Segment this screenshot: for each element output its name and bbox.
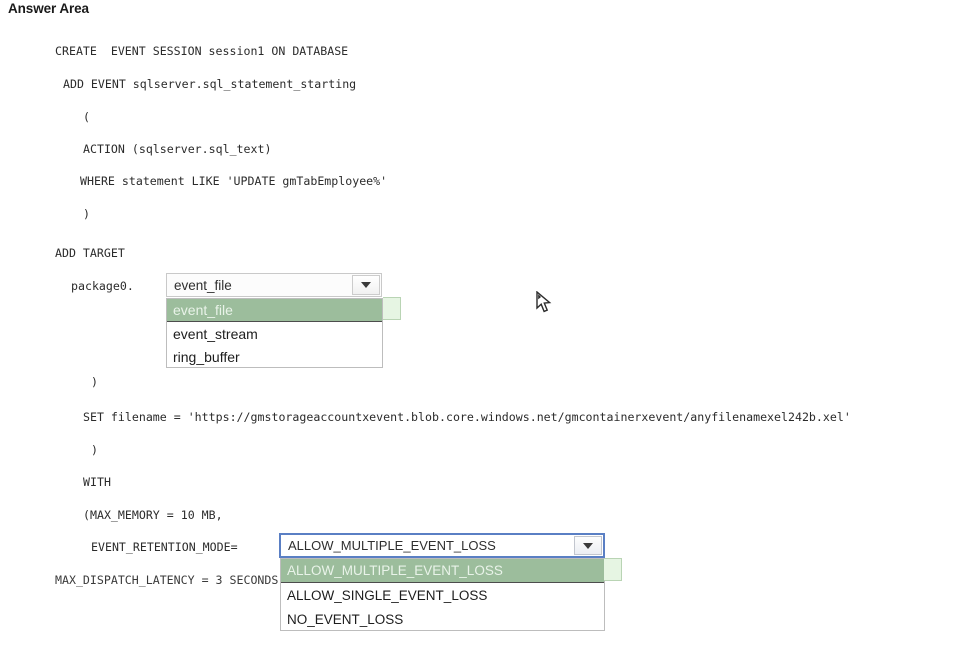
chevron-down-glyph [583, 542, 593, 549]
chevron-down-glyph [361, 282, 371, 288]
package0-target-selected-value: event_file [174, 277, 232, 293]
event-retention-mode-option[interactable]: NO_EVENT_LOSS [281, 608, 604, 632]
sql-code-line: SET filename = 'https://gmstorageaccount… [83, 410, 851, 424]
sql-code-line: ACTION (sqlserver.sql_text) [83, 142, 272, 156]
sql-code-line: MAX_DISPATCH_LATENCY = 3 SECONDS, [55, 573, 286, 587]
answer-area-screen: Answer Area CREATE EVENT SESSION session… [0, 0, 963, 646]
package0-target-selection-overhang [383, 297, 401, 320]
sql-code-line: ( [83, 110, 90, 124]
sql-code-line: ADD TARGET [55, 246, 125, 260]
sql-code-line: ADD EVENT sqlserver.sql_statement_starti… [63, 77, 357, 91]
package0-target-option[interactable]: event_file [167, 299, 382, 323]
sql-code-line: ) [91, 443, 98, 457]
event-retention-mode-selection-overhang [604, 558, 622, 581]
package0-target-option[interactable]: event_stream [167, 322, 382, 345]
page-title: Answer Area [8, 1, 89, 16]
chevron-down-icon[interactable] [574, 536, 602, 555]
sql-code-line: (MAX_MEMORY = 10 MB, [83, 508, 223, 522]
package0-target-option-list[interactable]: event_file event_stream ring_buffer [166, 298, 383, 368]
event-retention-mode-option[interactable]: ALLOW_SINGLE_EVENT_LOSS [281, 583, 604, 607]
event-retention-mode-select[interactable]: ALLOW_MULTIPLE_EVENT_LOSS [279, 533, 605, 558]
sql-code-line: ) [91, 375, 98, 389]
sql-code-line: WHERE statement LIKE 'UPDATE gmTabEmploy… [80, 174, 388, 188]
package0-target-select[interactable]: event_file [166, 273, 382, 297]
sql-code-line: CREATE EVENT SESSION session1 ON DATABAS… [55, 44, 349, 58]
sql-code-line: WITH [83, 475, 111, 489]
package0-target-option[interactable]: ring_buffer [167, 346, 382, 369]
sql-code-line: ) [83, 207, 90, 221]
mouse-pointer-icon [536, 291, 552, 313]
sql-code-line: EVENT_RETENTION_MODE= [91, 540, 238, 554]
chevron-down-icon[interactable] [352, 275, 380, 295]
event-retention-mode-option[interactable]: ALLOW_MULTIPLE_EVENT_LOSS [281, 559, 604, 584]
event-retention-mode-option-list[interactable]: ALLOW_MULTIPLE_EVENT_LOSS ALLOW_SINGLE_EV… [280, 558, 605, 631]
event-retention-mode-selected-value: ALLOW_MULTIPLE_EVENT_LOSS [288, 538, 496, 553]
sql-code-line: package0. [71, 279, 134, 293]
